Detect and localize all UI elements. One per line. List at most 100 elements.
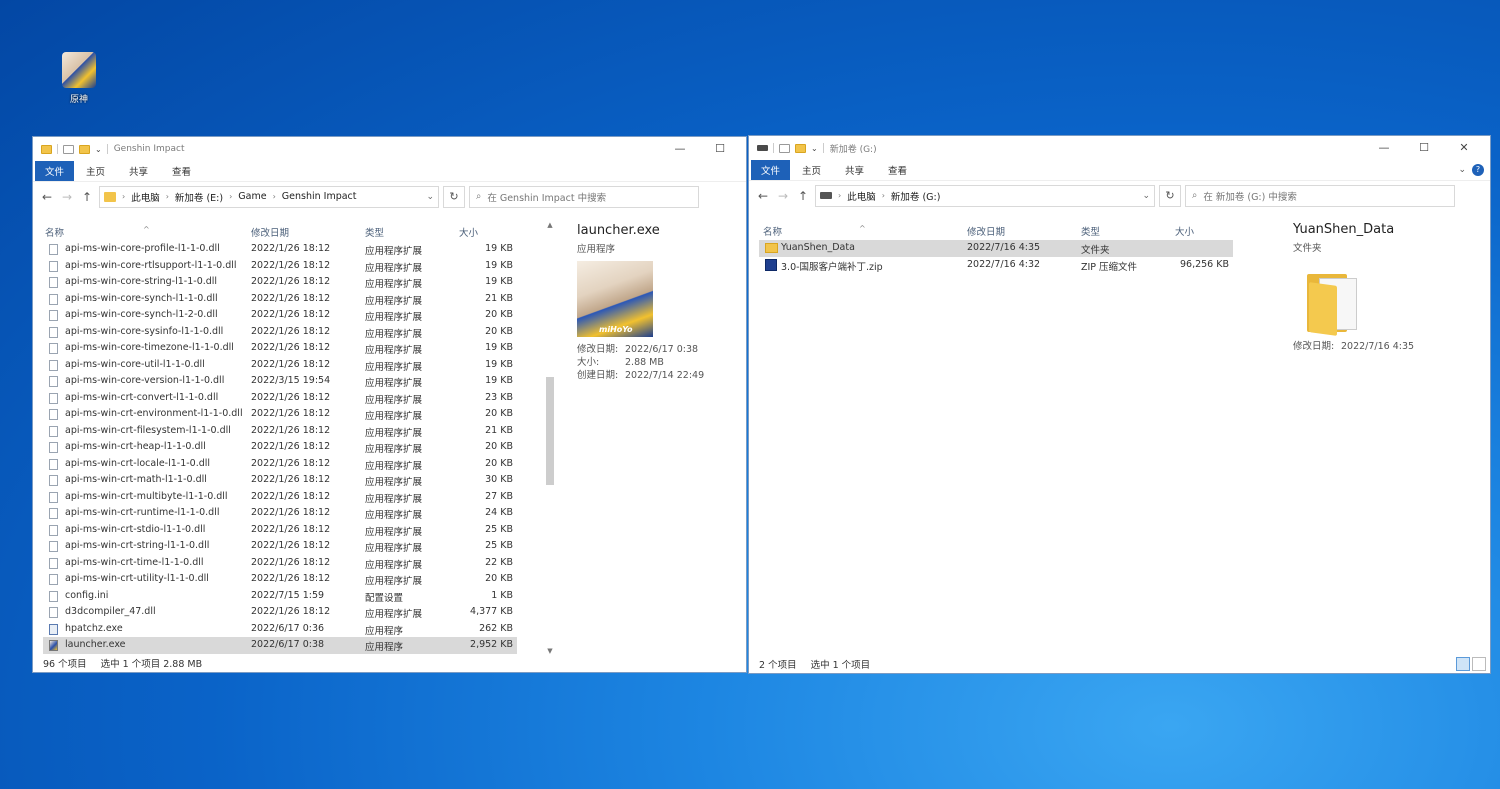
- tab-home[interactable]: 主页: [74, 161, 117, 181]
- list-item[interactable]: api-ms-win-crt-multibyte-l1-1-0.dll 2022/…: [43, 489, 517, 506]
- breadcrumb-item[interactable]: 此电脑: [847, 189, 876, 203]
- list-item[interactable]: api-ms-win-crt-filesystem-l1-1-0.dll 2022…: [43, 423, 517, 440]
- forward-button[interactable]: →: [775, 189, 791, 203]
- customize-dropdown-icon[interactable]: ⌄: [811, 144, 818, 153]
- title-bar[interactable]: ⌄ 新加卷 (G:) — ☐ ✕: [749, 136, 1490, 160]
- search-input[interactable]: ⌕ 在 新加卷 (G:) 中搜索: [1185, 184, 1455, 207]
- list-item[interactable]: api-ms-win-crt-utility-l1-1-0.dll 2022/1/…: [43, 571, 517, 588]
- vertical-scrollbar[interactable]: ▲ ▼: [545, 221, 555, 655]
- list-item[interactable]: api-ms-win-crt-math-l1-1-0.dll 2022/1/26 …: [43, 472, 517, 489]
- tab-view[interactable]: 查看: [160, 161, 203, 181]
- breadcrumb-item[interactable]: Game: [238, 191, 266, 202]
- refresh-button[interactable]: ↻: [1159, 184, 1181, 207]
- customize-dropdown-icon[interactable]: ⌄: [95, 145, 102, 154]
- scroll-thumb[interactable]: [546, 377, 554, 485]
- breadcrumb-item[interactable]: 新加卷 (G:): [891, 189, 941, 203]
- minimize-button[interactable]: —: [1364, 136, 1404, 158]
- list-item[interactable]: api-ms-win-core-string-l1-1-0.dll 2022/1/…: [43, 274, 517, 291]
- mihoyo-logo: miHoYo: [599, 325, 633, 334]
- desktop-icon-genshin[interactable]: 原神: [56, 52, 102, 105]
- preview-file-name: launcher.exe: [577, 223, 660, 238]
- list-item[interactable]: api-ms-win-crt-time-l1-1-0.dll 2022/1/26 …: [43, 555, 517, 572]
- list-item[interactable]: api-ms-win-crt-heap-l1-1-0.dll 2022/1/26 …: [43, 439, 517, 456]
- column-size[interactable]: 大小: [1175, 224, 1194, 238]
- up-button[interactable]: ↑: [79, 190, 95, 204]
- maximize-button[interactable]: ☐: [1404, 136, 1444, 158]
- column-date[interactable]: 修改日期: [967, 224, 1005, 238]
- list-item[interactable]: api-ms-win-crt-string-l1-1-0.dll 2022/1/2…: [43, 538, 517, 555]
- title-bar[interactable]: ⌄ Genshin Impact — ☐: [33, 137, 746, 161]
- tab-file[interactable]: 文件: [35, 161, 75, 181]
- back-button[interactable]: ←: [755, 189, 771, 203]
- list-item[interactable]: api-ms-win-core-synch-l1-2-0.dll 2022/1/2…: [43, 307, 517, 324]
- properties-icon[interactable]: [779, 143, 790, 153]
- breadcrumb-item[interactable]: 新加卷 (E:): [175, 190, 223, 204]
- address-bar[interactable]: › 此电脑 › 新加卷 (E:) › Game › Genshin Impact…: [99, 185, 439, 208]
- list-item[interactable]: d3dcompiler_47.dll 2022/1/26 18:12 应用程序扩展 4…: [43, 604, 517, 621]
- file-type: 应用程序扩展: [365, 345, 423, 356]
- file-date: 2022/1/26 18:12: [251, 490, 331, 502]
- new-folder-icon[interactable]: [79, 144, 90, 154]
- file-name: api-ms-win-crt-multibyte-l1-1-0.dll: [65, 490, 228, 502]
- list-item[interactable]: api-ms-win-crt-runtime-l1-1-0.dll 2022/1/…: [43, 505, 517, 522]
- column-header: ^ 名称 修改日期 类型 大小: [43, 221, 523, 239]
- list-item[interactable]: YuanShen_Data 2022/7/16 4:35 文件夹: [759, 240, 1233, 257]
- up-button[interactable]: ↑: [795, 189, 811, 203]
- list-item[interactable]: api-ms-win-crt-stdio-l1-1-0.dll 2022/1/26…: [43, 522, 517, 539]
- help-icon[interactable]: ?: [1472, 164, 1484, 176]
- address-dropdown-icon[interactable]: ⌄: [1142, 191, 1150, 201]
- tab-share[interactable]: 共享: [117, 161, 160, 181]
- column-name[interactable]: 名称: [45, 225, 64, 239]
- address-dropdown-icon[interactable]: ⌄: [426, 192, 434, 202]
- search-icon: ⌕: [1192, 190, 1198, 201]
- list-item[interactable]: 3.0-国服客户端补丁.zip 2022/7/16 4:32 ZIP 压缩文件 96,…: [759, 257, 1233, 274]
- scroll-up-icon[interactable]: ▲: [545, 221, 555, 229]
- maximize-button[interactable]: ☐: [700, 137, 740, 159]
- column-name[interactable]: 名称: [763, 224, 782, 238]
- list-item[interactable]: api-ms-win-core-timezone-l1-1-0.dll 2022/…: [43, 340, 517, 357]
- list-item[interactable]: api-ms-win-core-version-l1-1-0.dll 2022/3…: [43, 373, 517, 390]
- tab-share[interactable]: 共享: [833, 160, 876, 180]
- column-type[interactable]: 类型: [1081, 224, 1100, 238]
- minimize-button[interactable]: —: [660, 137, 700, 159]
- file-name: api-ms-win-crt-runtime-l1-1-0.dll: [65, 507, 220, 518]
- dll-file-icon: [49, 260, 58, 272]
- list-item[interactable]: api-ms-win-core-util-l1-1-0.dll 2022/1/26…: [43, 357, 517, 374]
- new-folder-icon[interactable]: [795, 143, 806, 153]
- breadcrumb-item[interactable]: 此电脑: [131, 190, 160, 204]
- column-type[interactable]: 类型: [365, 225, 384, 239]
- search-input[interactable]: ⌕ 在 Genshin Impact 中搜索: [469, 185, 699, 208]
- file-type: 应用程序扩展: [365, 394, 423, 406]
- column-size[interactable]: 大小: [459, 225, 478, 239]
- tab-home[interactable]: 主页: [790, 160, 833, 180]
- refresh-button[interactable]: ↻: [443, 185, 465, 208]
- file-size: 20 KB: [485, 573, 513, 584]
- tab-view[interactable]: 查看: [876, 160, 919, 180]
- list-item[interactable]: api-ms-win-core-synch-l1-1-0.dll 2022/1/2…: [43, 291, 517, 308]
- list-item[interactable]: config.ini 2022/7/15 1:59 配置设置 1 KB: [43, 588, 517, 605]
- tab-file[interactable]: 文件: [751, 160, 791, 180]
- details-view-button[interactable]: [1456, 657, 1470, 671]
- list-item[interactable]: launcher.exe 2022/6/17 0:38 应用程序 2,952 KB: [43, 637, 517, 654]
- file-type: 应用程序扩展: [365, 262, 423, 274]
- dll-file-icon: [49, 425, 58, 437]
- list-item[interactable]: hpatchz.exe 2022/6/17 0:36 应用程序 262 KB: [43, 621, 517, 638]
- file-type: 应用程序扩展: [365, 295, 423, 307]
- list-item[interactable]: api-ms-win-core-profile-l1-1-0.dll 2022/1…: [43, 241, 517, 258]
- large-icons-view-button[interactable]: [1472, 657, 1486, 671]
- properties-icon[interactable]: [63, 144, 74, 154]
- list-item[interactable]: api-ms-win-crt-environment-l1-1-0.dll 202…: [43, 406, 517, 423]
- back-button[interactable]: ←: [39, 190, 55, 204]
- file-size: 19 KB: [485, 276, 513, 287]
- breadcrumb-item[interactable]: Genshin Impact: [282, 191, 357, 202]
- list-item[interactable]: api-ms-win-crt-locale-l1-1-0.dll 2022/1/2…: [43, 456, 517, 473]
- file-size: 19 KB: [485, 342, 513, 353]
- close-button[interactable]: ✕: [1444, 136, 1484, 158]
- address-bar[interactable]: › 此电脑 › 新加卷 (G:) ⌄: [815, 184, 1155, 207]
- ribbon-expand-icon[interactable]: ⌄: [1458, 165, 1466, 175]
- list-item[interactable]: api-ms-win-core-rtlsupport-l1-1-0.dll 202…: [43, 258, 517, 275]
- list-item[interactable]: api-ms-win-core-sysinfo-l1-1-0.dll 2022/1…: [43, 324, 517, 341]
- column-date[interactable]: 修改日期: [251, 225, 289, 239]
- forward-button[interactable]: →: [59, 190, 75, 204]
- list-item[interactable]: api-ms-win-crt-convert-l1-1-0.dll 2022/1/…: [43, 390, 517, 407]
